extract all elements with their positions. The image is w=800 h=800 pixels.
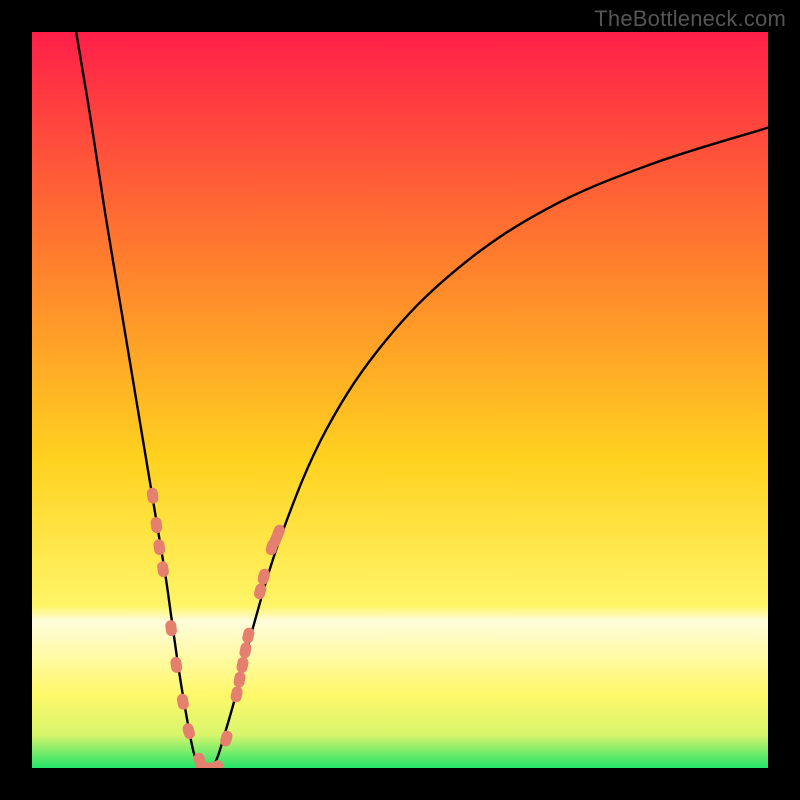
chart-svg <box>32 32 768 768</box>
chart-frame <box>32 32 768 768</box>
chart-background <box>32 32 768 768</box>
watermark-text: TheBottleneck.com <box>594 6 786 32</box>
